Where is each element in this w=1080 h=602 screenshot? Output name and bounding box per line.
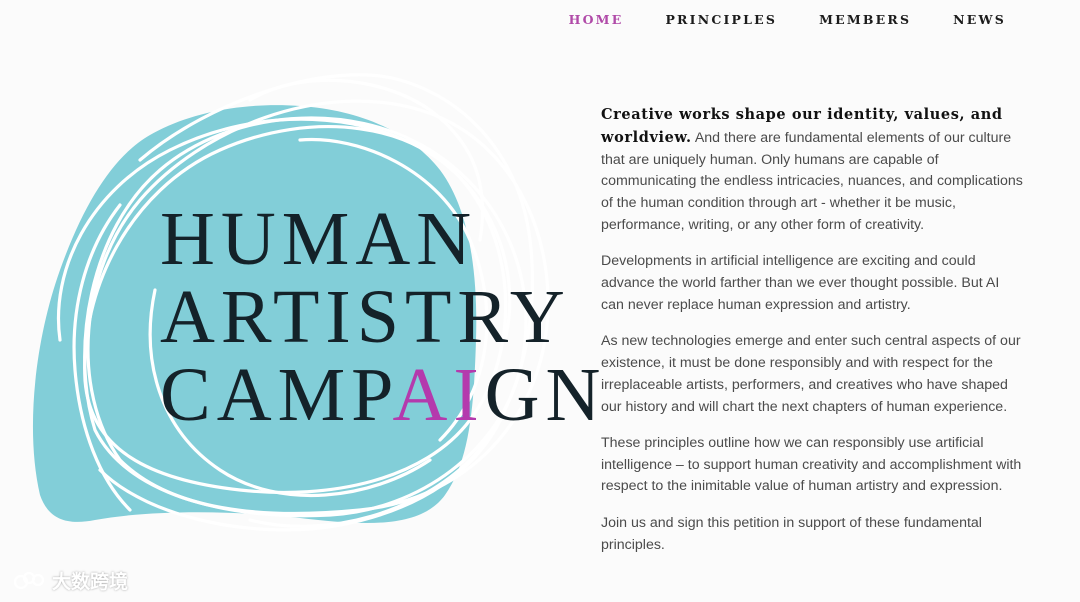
hero-title-line-3: CAMPAIGN xyxy=(160,356,606,434)
brand-logo-icon xyxy=(13,571,45,589)
nav-members-link[interactable]: MEMBERS xyxy=(819,12,911,27)
watermark: 大数跨境 xyxy=(12,567,128,594)
hero-title: HUMAN ARTISTRY CAMPAIGN xyxy=(160,200,606,434)
nav-home-link[interactable]: HOME xyxy=(569,12,624,27)
intro-content: Creative works shape our identity, value… xyxy=(601,104,1026,571)
hero-title-line-1: HUMAN xyxy=(160,197,478,281)
hero-graphic: HUMAN ARTISTRY CAMPAIGN xyxy=(0,40,600,600)
hero-title-line-3-end: GN xyxy=(484,353,607,437)
page: HOME PRINCIPLES MEMBERS NEWS HUMAN ARTIS… xyxy=(0,0,1080,602)
main-nav: HOME PRINCIPLES MEMBERS NEWS xyxy=(569,12,1006,27)
watermark-text: 大数跨境 xyxy=(52,571,129,593)
intro-paragraph-5: Join us and sign this petition in suppor… xyxy=(601,514,982,553)
intro-paragraph-1: Creative works shape our identity, value… xyxy=(601,104,1026,237)
intro-paragraph-2: Developments in artificial intelligence … xyxy=(601,253,1000,313)
hero-title-line-3-start: CAMP xyxy=(160,353,393,437)
intro-paragraph-3: As new technologies emerge and enter suc… xyxy=(601,333,1021,415)
nav-news-link[interactable]: NEWS xyxy=(953,12,1006,27)
intro-paragraph-4: These principles outline how we can resp… xyxy=(601,434,1022,495)
nav-principles-link[interactable]: PRINCIPLES xyxy=(665,12,777,27)
hero-title-line-2: ARTISTRY xyxy=(160,275,571,359)
hero-title-ai-highlight: AI xyxy=(392,353,485,437)
